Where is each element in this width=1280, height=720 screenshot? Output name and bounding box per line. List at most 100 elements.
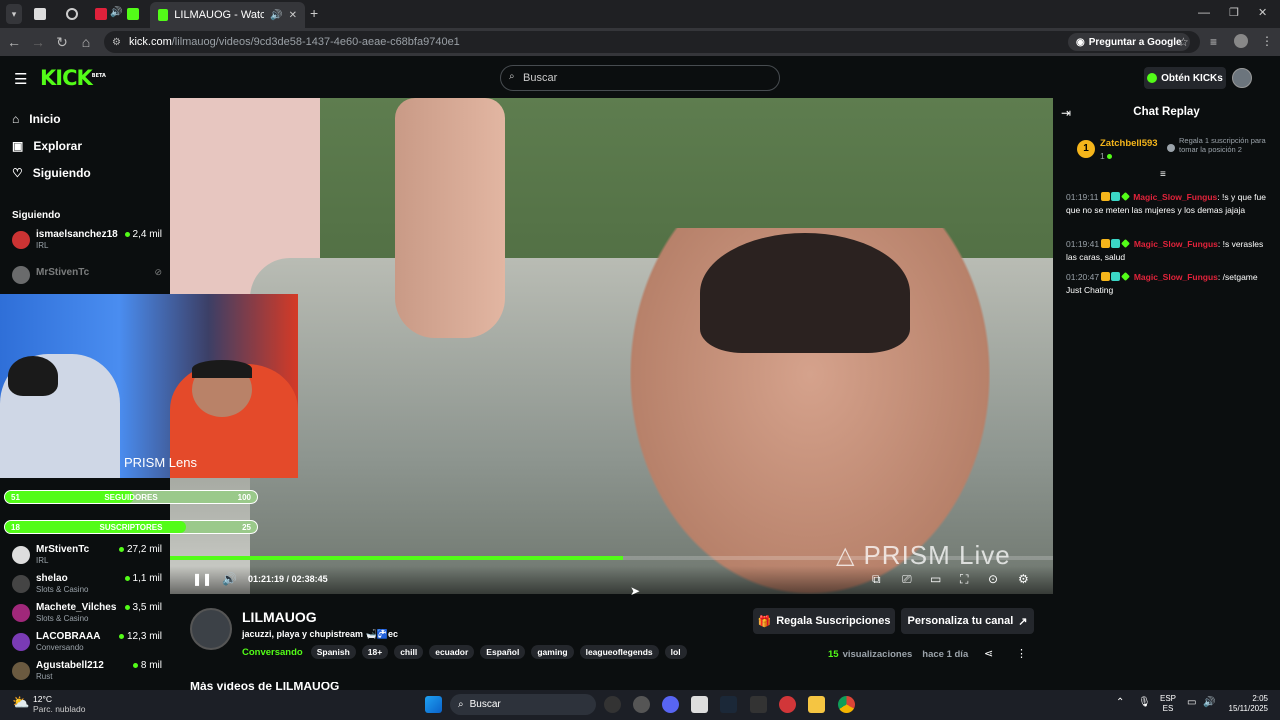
chrome-icon[interactable] <box>838 696 855 713</box>
get-kicks-button[interactable]: Obtén KICKs <box>1144 67 1226 89</box>
kicks-icon <box>1147 73 1158 83</box>
capcut-icon[interactable] <box>691 696 708 713</box>
tag-chip[interactable]: chill <box>394 645 424 659</box>
reading-list-icon[interactable]: ≡ <box>1210 35 1217 49</box>
share-icon[interactable]: ⋖ <box>984 647 993 660</box>
tray-overflow-icon[interactable]: ⌃ <box>1116 697 1124 708</box>
youtube-tab-icon[interactable] <box>95 8 107 20</box>
weather-icon[interactable]: ⛅ <box>12 694 29 711</box>
following-channel[interactable]: shelao Slots & Casino 1,1 mil <box>12 573 162 599</box>
app-icon[interactable] <box>633 696 650 713</box>
back-icon[interactable]: ← <box>6 34 22 50</box>
ask-google-button[interactable]: ◉ Preguntar a Google <box>1068 33 1190 51</box>
pinned-tab-icon[interactable] <box>34 8 46 20</box>
forward-icon[interactable]: → <box>30 34 46 50</box>
hamburger-menu-icon[interactable]: ☰ <box>14 70 27 88</box>
clip-icon[interactable]: ⎚ <box>902 572 912 587</box>
minimize-icon[interactable]: — <box>1198 5 1210 19</box>
search-input[interactable]: ⌕ Buscar <box>500 65 780 91</box>
gift-subs-button[interactable]: 🎁 Regala Suscripciones <box>753 608 895 634</box>
following-channel[interactable]: Agustabell212 Rust 8 mil <box>12 660 162 686</box>
time-separator: / <box>286 574 290 584</box>
more-videos-heading: Más videos de LILMAUOG <box>190 682 340 690</box>
chat-username[interactable]: Magic_Slow_Fungus <box>1133 192 1217 202</box>
file-explorer-icon[interactable] <box>808 696 825 713</box>
close-tab-icon[interactable]: ✕ <box>289 10 297 21</box>
playback-speed-icon[interactable]: ⊙ <box>988 572 998 586</box>
channel-name[interactable]: LILMAUOG <box>242 609 317 625</box>
kick-logo[interactable]: KICKBETA <box>40 66 106 90</box>
tag-chip[interactable]: ecuador <box>429 645 475 659</box>
pause-icon[interactable]: ❚❚ <box>192 572 212 586</box>
home-icon[interactable]: ⌂ <box>78 34 94 50</box>
channel-category: Slots & Casino <box>36 614 89 623</box>
fullscreen-icon[interactable]: ⛶ <box>960 572 968 587</box>
language-indicator[interactable]: ESP ES <box>1160 694 1176 714</box>
progress-bar[interactable] <box>170 556 1053 560</box>
channel-name: shelao <box>36 573 68 584</box>
reload-icon[interactable]: ↻ <box>54 34 70 50</box>
followers-target: 100 <box>237 493 251 502</box>
pinned-tab-icon[interactable] <box>66 8 78 20</box>
volume-icon[interactable]: 🔊 <box>222 572 237 586</box>
new-tab-button[interactable]: + <box>310 5 318 21</box>
profile-avatar[interactable] <box>1234 34 1248 48</box>
microphone-icon[interactable]: 🎙 <box>1138 697 1151 708</box>
settings-gear-icon[interactable]: ⚙ <box>1018 572 1029 586</box>
following-channel[interactable]: MrStivenTc IRL 27,2 mil <box>12 544 162 570</box>
category-link[interactable]: Conversando <box>242 647 303 658</box>
customize-channel-button[interactable]: Personaliza tu canal ↗ <box>901 608 1034 634</box>
user-avatar[interactable] <box>1232 68 1252 88</box>
obs-icon[interactable] <box>604 696 621 713</box>
tag-chip[interactable]: leagueoflegends <box>579 645 659 659</box>
tab-active[interactable]: LILMAUOG - Watch the VO 🔊 ✕ <box>150 2 305 28</box>
keyboard-layout: ES <box>1162 704 1174 713</box>
windows-start-icon[interactable] <box>425 696 442 713</box>
steam-icon[interactable] <box>720 696 737 713</box>
kick-tab-icon[interactable] <box>127 8 139 20</box>
epic-games-icon[interactable] <box>750 696 767 713</box>
top-gifter-name[interactable]: Zatchbell593 <box>1100 138 1158 149</box>
search-icon: ⌕ <box>458 699 464 710</box>
app-icon[interactable] <box>779 696 796 713</box>
maximize-icon[interactable]: ❐ <box>1229 6 1239 19</box>
sidebar-item-explorar[interactable]: ▣ Explorar <box>12 139 82 153</box>
following-channel[interactable]: LACOBRAAA Conversando 12,3 mil <box>12 631 162 657</box>
viewer-count: 2,4 mil <box>132 229 162 240</box>
taskbar-search[interactable]: ⌕ Buscar <box>450 694 596 715</box>
weather-temp: 12°C <box>33 694 52 704</box>
network-icon[interactable]: ▭ <box>1187 697 1196 708</box>
sidebar-item-siguiendo[interactable]: ♡ Siguiendo <box>12 166 91 180</box>
tag-chip[interactable]: lol <box>664 645 687 659</box>
bookmark-star-icon[interactable]: ☆ <box>1178 35 1189 49</box>
chat-username[interactable]: Magic_Slow_Fungus <box>1134 239 1218 249</box>
tag-chip[interactable]: Spanish <box>310 645 356 659</box>
address-bar[interactable]: ⚙ kick.com /lilmauog/videos/9cd3de58-143… <box>104 31 1200 53</box>
volume-icon[interactable]: 🔊 <box>1203 697 1215 708</box>
discord-icon[interactable] <box>662 696 679 713</box>
weather-desc: Parc. nublado <box>33 704 86 714</box>
following-channel[interactable]: ismaelsanchez18 IRL 2,4 mil <box>12 229 162 255</box>
top-gifter-count: 1 <box>1100 151 1112 161</box>
channel-category: Rust <box>36 672 53 681</box>
kick-favicon-icon <box>158 9 169 21</box>
clock[interactable]: 2:05 15/11/2025 <box>1222 694 1268 714</box>
more-options-icon[interactable]: ⋮ <box>1016 647 1027 660</box>
browser-menu-icon[interactable]: ⋮ <box>1261 34 1273 48</box>
following-channel[interactable]: Machete_Vilches Slots & Casino 3,5 mil <box>12 602 162 628</box>
close-window-icon[interactable]: ✕ <box>1258 6 1267 19</box>
channel-avatar[interactable] <box>190 608 232 650</box>
tab-search-button[interactable]: ▾ <box>6 4 22 24</box>
site-info-icon[interactable]: ⚙ <box>112 37 121 48</box>
tag-chip[interactable]: Español <box>480 645 526 659</box>
following-channel[interactable]: MrStivenTc ⊘ <box>12 264 162 290</box>
weather-widget[interactable]: 12°C Parc. nublado <box>33 694 85 714</box>
theater-mode-icon[interactable]: ▭ <box>930 572 941 586</box>
miniplayer-icon[interactable]: ⧉ <box>872 572 881 587</box>
chat-username[interactable]: Magic_Slow_Fungus <box>1134 272 1218 282</box>
tag-chip[interactable]: gaming <box>531 645 574 659</box>
tag-chip[interactable]: 18+ <box>361 645 389 659</box>
sidebar-item-inicio[interactable]: ⌂ Inicio <box>12 112 61 126</box>
video-player[interactable]: △ PRISM Live ❚❚ 🔊 01:21:19 / 02:38:45 ⧉ … <box>170 98 1053 594</box>
expand-leaderboard-icon[interactable]: ≡ <box>1160 169 1166 180</box>
